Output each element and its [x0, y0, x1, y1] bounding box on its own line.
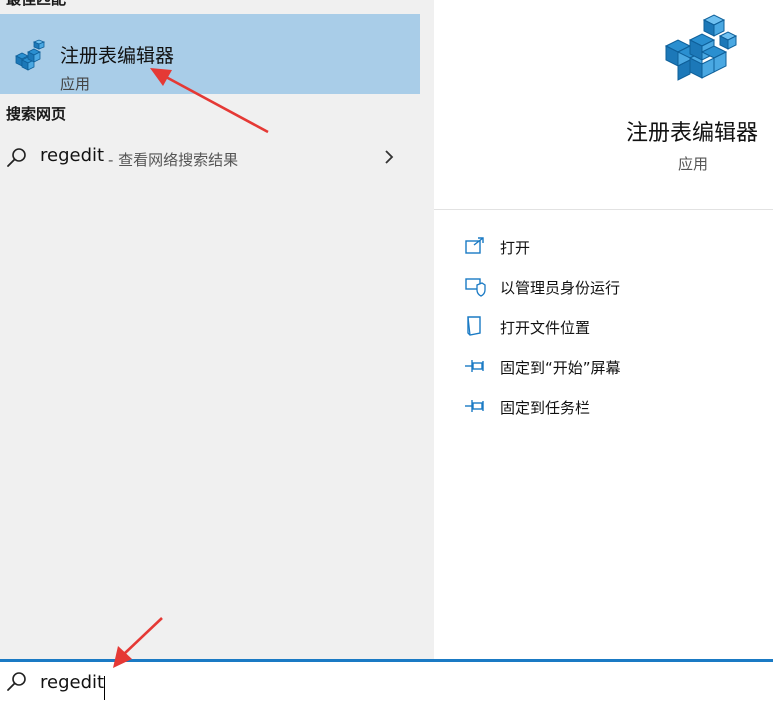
search-input[interactable] — [40, 668, 540, 696]
text-caret — [104, 676, 105, 700]
best-match-header: 最佳匹配 — [6, 0, 66, 9]
preview-pane: 注册表编辑器 应用 打开 以管理员身份运行 打开文件位置 固定到“开始”屏幕 固… — [434, 0, 773, 659]
action-label: 固定到任务栏 — [500, 399, 591, 417]
action-pin-to-taskbar[interactable]: 固定到任务栏 — [464, 392, 764, 422]
preview-app-type: 应用 — [678, 155, 709, 173]
web-search-query: regedit — [40, 145, 105, 166]
registry-editor-icon — [15, 39, 46, 71]
action-label: 固定到“开始”屏幕 — [500, 359, 621, 377]
action-label: 打开 — [500, 239, 531, 257]
action-open[interactable]: 打开 — [464, 232, 764, 262]
search-icon — [7, 148, 26, 167]
registry-editor-large-icon — [664, 14, 738, 81]
best-match-name: 注册表编辑器 — [60, 45, 175, 67]
search-bar — [0, 659, 773, 701]
chevron-right-icon[interactable] — [382, 147, 396, 167]
action-pin-to-start[interactable]: 固定到“开始”屏幕 — [464, 352, 764, 382]
divider — [434, 209, 773, 210]
file-location-icon — [467, 316, 481, 336]
web-search-result[interactable]: regedit - 查看网络搜索结果 — [0, 139, 420, 179]
action-label: 以管理员身份运行 — [500, 279, 621, 297]
results-pane: 最佳匹配 注册表编辑器 应用 搜索网页 — [0, 0, 434, 659]
run-as-admin-icon — [465, 278, 486, 297]
web-search-header: 搜索网页 — [6, 105, 67, 123]
best-match-type: 应用 — [60, 75, 91, 93]
action-run-as-admin[interactable]: 以管理员身份运行 — [464, 272, 764, 302]
action-label: 打开文件位置 — [500, 319, 591, 337]
search-icon — [7, 672, 26, 691]
pin-icon — [465, 360, 484, 372]
open-icon — [465, 237, 484, 254]
pin-icon — [465, 400, 484, 412]
action-open-file-location[interactable]: 打开文件位置 — [464, 312, 764, 342]
preview-app-name: 注册表编辑器 — [626, 121, 759, 146]
best-match-item[interactable]: 注册表编辑器 应用 — [0, 14, 420, 94]
web-search-suffix: - 查看网络搜索结果 — [108, 151, 239, 169]
